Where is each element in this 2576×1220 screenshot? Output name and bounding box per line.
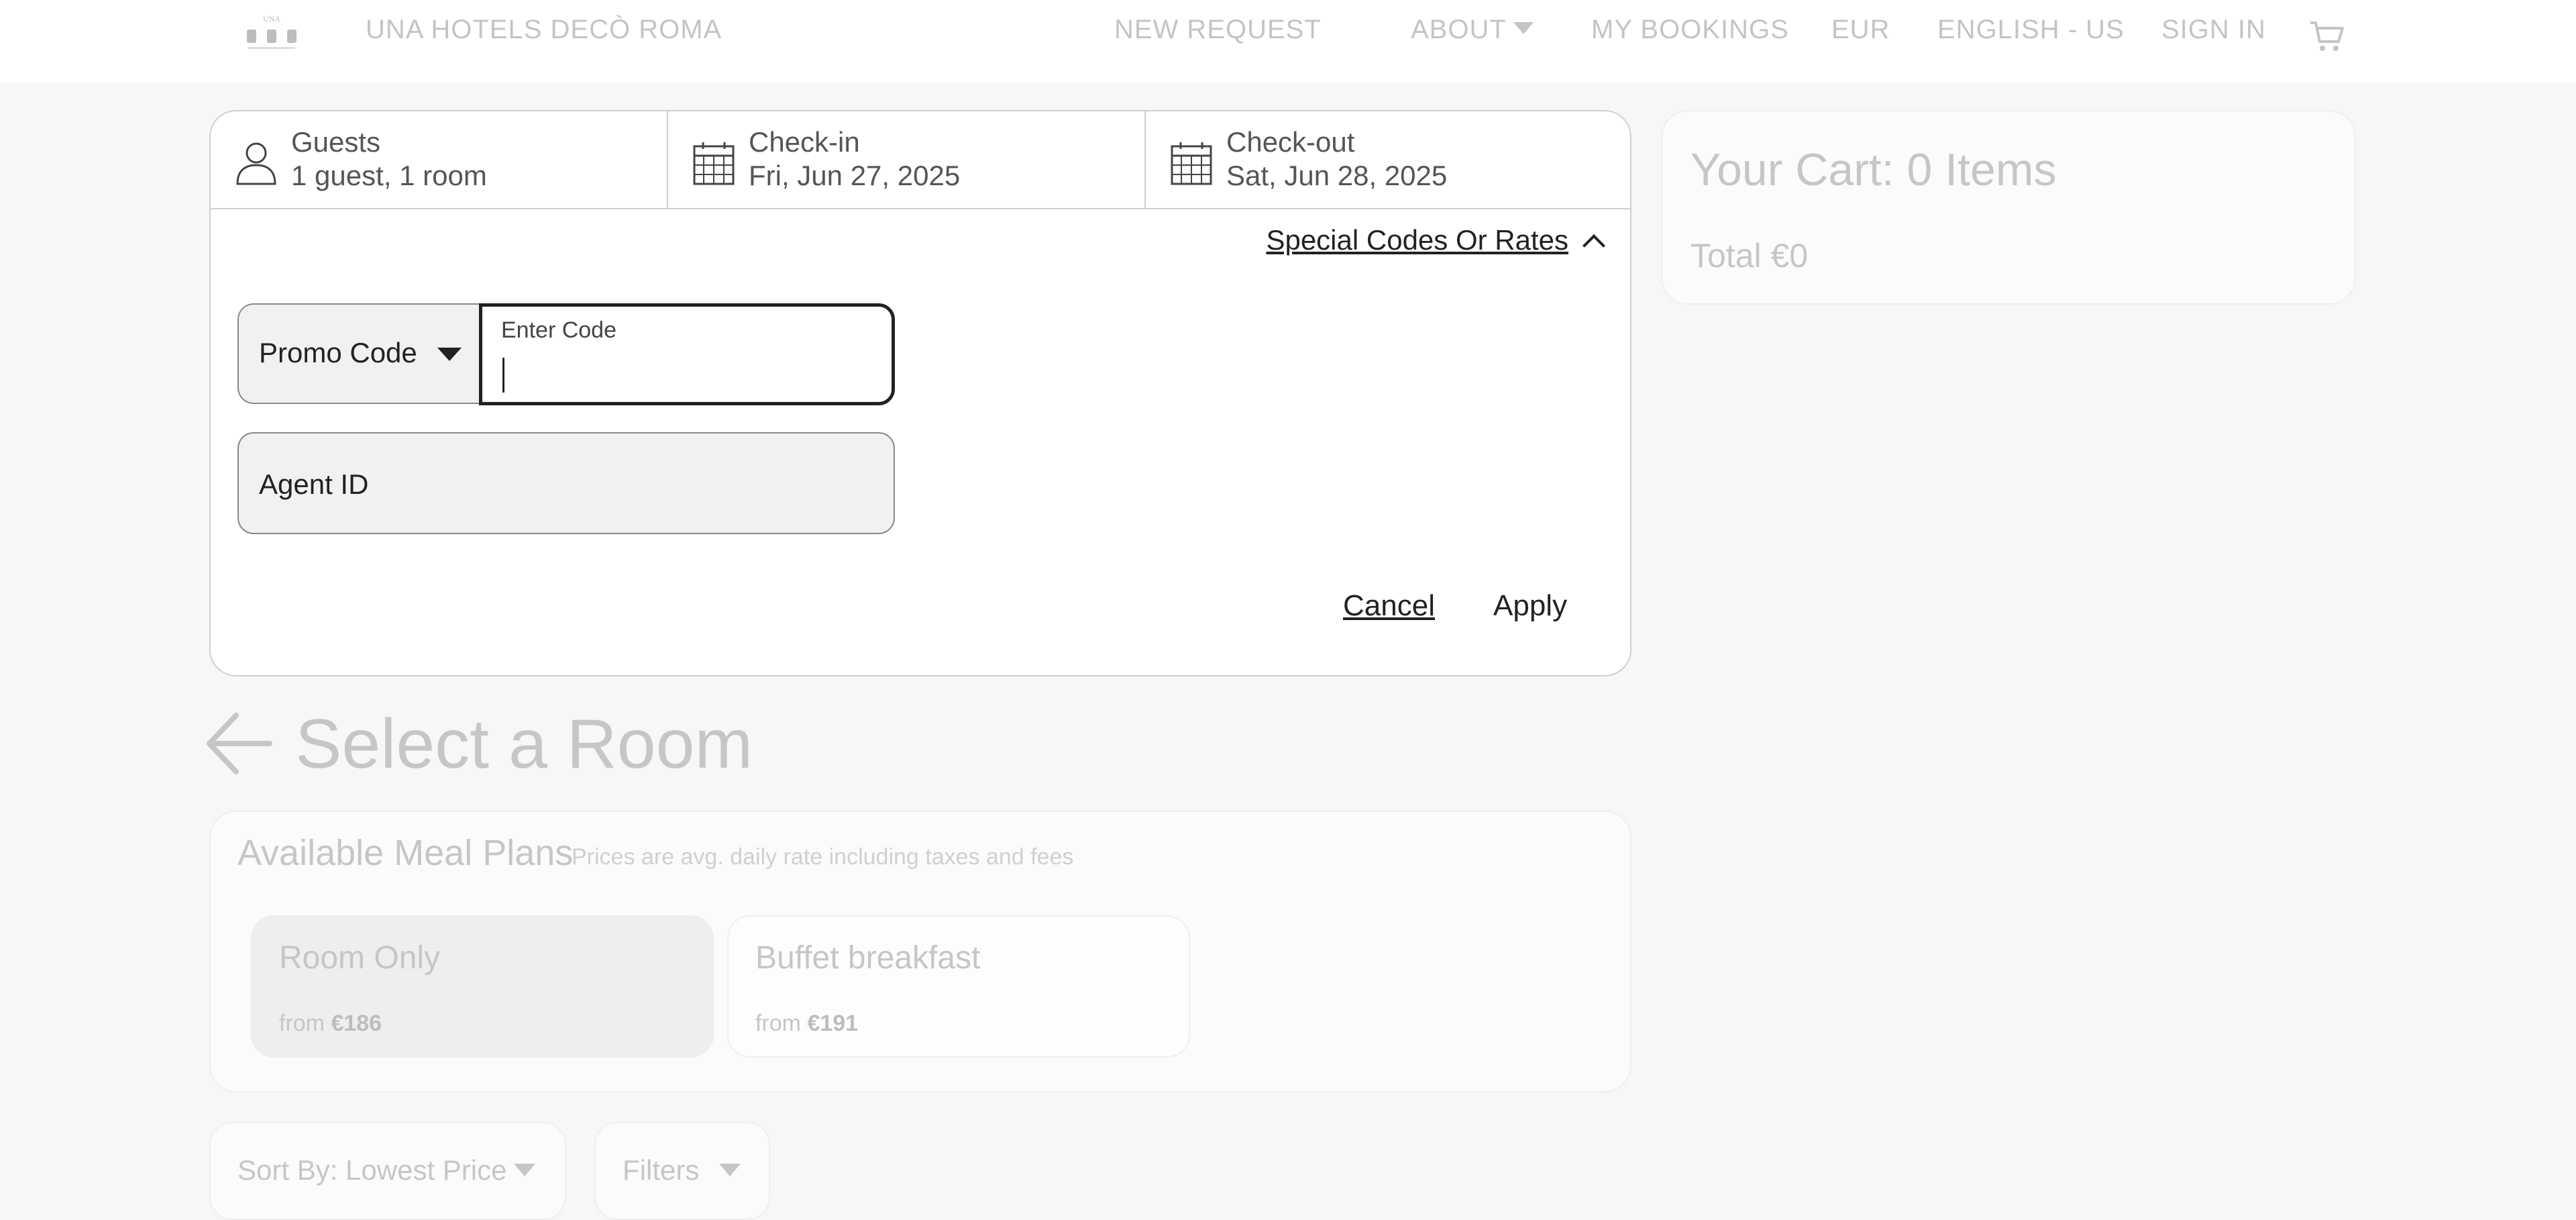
chevron-down-icon: [1513, 22, 1534, 35]
booking-bar: Guests 1 guest, 1 room Check-in Fri, Jun…: [211, 111, 1630, 209]
top-navigation: UNA UNA HOTELS DECÒ ROMA NEW REQUEST ABO…: [0, 0, 2576, 83]
filters-dropdown[interactable]: Filters: [594, 1122, 770, 1220]
cart-total: Total €0: [1690, 237, 1809, 274]
chevron-up-icon: [1582, 234, 1605, 257]
caret-down-icon: [719, 1164, 741, 1176]
nav-sign-in[interactable]: SIGN IN: [2161, 15, 2266, 45]
booking-widget: Guests 1 guest, 1 room Check-in Fri, Jun…: [209, 110, 1631, 676]
nav-language[interactable]: ENGLISH - US: [1937, 15, 2125, 45]
meal-plans-title: Available Meal Plans: [237, 833, 574, 873]
hotel-name[interactable]: UNA HOTELS DECÒ ROMA: [366, 15, 722, 45]
nav-my-bookings[interactable]: MY BOOKINGS: [1591, 15, 1789, 45]
nav-about-label: ABOUT: [1411, 15, 1507, 44]
sort-dropdown[interactable]: Sort By: Lowest Price: [209, 1122, 566, 1220]
checkin-label: Check-in: [749, 126, 860, 158]
meal-option-price: from €186: [279, 1011, 382, 1036]
back-arrow-icon[interactable]: [205, 710, 272, 777]
promo-code-field[interactable]: Enter Code: [479, 303, 895, 405]
code-type-value: Promo Code: [259, 337, 417, 368]
calendar-icon: [1171, 142, 1212, 185]
checkout-value: Sat, Jun 28, 2025: [1226, 160, 1448, 191]
cart-title: Your Cart: 0 Items: [1690, 144, 2057, 195]
promo-code-input[interactable]: [498, 351, 877, 393]
apply-button[interactable]: Apply: [1493, 589, 1567, 623]
guests-label: Guests: [291, 126, 381, 158]
filters-label: Filters: [623, 1154, 700, 1186]
meal-plans-note: Prices are avg. daily rate including tax…: [572, 844, 1074, 870]
calendar-icon: [693, 142, 735, 185]
meal-option-price: from €191: [755, 1011, 859, 1036]
text-cursor: [502, 358, 504, 393]
nav-about[interactable]: ABOUT: [1411, 15, 1534, 45]
checkin-selector[interactable]: Check-in Fri, Jun 27, 2025: [667, 111, 1146, 208]
caret-down-icon: [437, 348, 462, 361]
person-icon: [236, 142, 276, 185]
hotel-logo[interactable]: UNA: [241, 12, 302, 56]
nav-currency[interactable]: EUR: [1831, 15, 1890, 45]
code-type-select[interactable]: Promo Code: [237, 303, 479, 404]
shopping-cart-icon[interactable]: [2308, 16, 2347, 55]
agent-id-input[interactable]: [258, 460, 864, 509]
meal-option-name: Room Only: [279, 940, 441, 976]
logo-text: UNA: [263, 14, 280, 23]
guests-selector[interactable]: Guests 1 guest, 1 room: [211, 111, 667, 208]
meal-plans-panel: Available Meal Plans Prices are avg. dai…: [209, 811, 1631, 1092]
guests-value: 1 guest, 1 room: [291, 160, 487, 191]
meal-option-buffet-breakfast[interactable]: Buffet breakfast from €191: [727, 915, 1190, 1058]
checkin-value: Fri, Jun 27, 2025: [749, 160, 961, 191]
cart-summary: Your Cart: 0 Items Total €0: [1661, 110, 2356, 305]
special-codes-toggle[interactable]: Special Codes Or Rates: [1266, 224, 1605, 257]
caret-down-icon: [514, 1164, 535, 1176]
page-title: Select a Room: [295, 705, 753, 783]
promo-code-label: Enter Code: [501, 317, 616, 343]
special-codes-label: Special Codes Or Rates: [1266, 224, 1568, 256]
nav-new-request[interactable]: NEW REQUEST: [1114, 15, 1322, 45]
meal-option-room-only[interactable]: Room Only from €186: [251, 915, 714, 1058]
checkout-selector[interactable]: Check-out Sat, Jun 28, 2025: [1144, 111, 1630, 208]
checkout-label: Check-out: [1226, 126, 1355, 158]
agent-id-field[interactable]: [237, 432, 895, 534]
sort-label: Sort By: Lowest Price: [237, 1154, 507, 1186]
meal-option-name: Buffet breakfast: [755, 940, 981, 976]
cancel-button[interactable]: Cancel: [1343, 589, 1435, 623]
